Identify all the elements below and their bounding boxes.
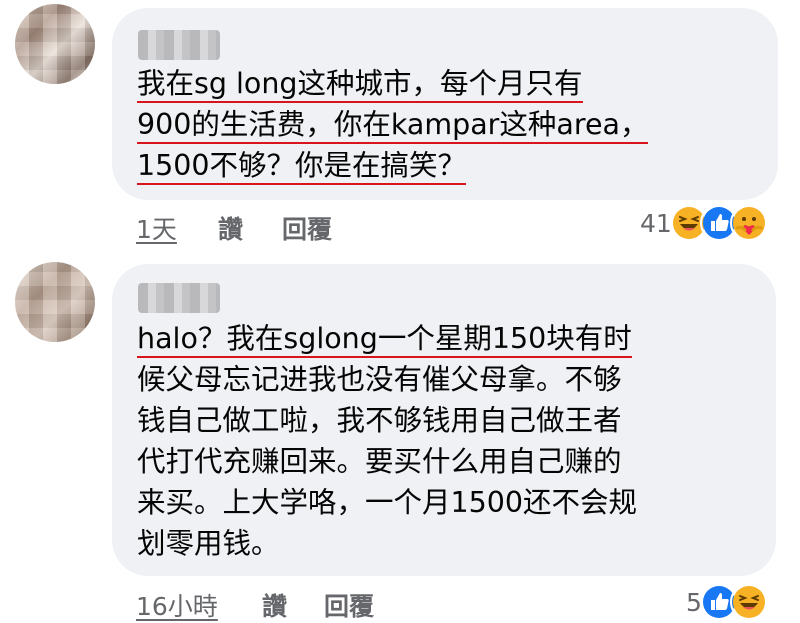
reaction-summary[interactable]: 5 [686,583,768,621]
comment-line: 来买。上大学咯，一个月1500还不会规 [137,486,638,519]
comment-text: 我在sg long这种城市，每个月只有 900的生活费，你在kampar这种ar… [137,63,757,186]
commenter-name-blurred[interactable] [138,283,220,313]
comment-thread: 我在sg long这种城市，每个月只有 900的生活费，你在kampar这种ar… [0,0,800,623]
haha-icon [729,583,768,621]
like-button[interactable]: 讚 [262,587,287,623]
comment-text: halo？我在sglong一个星期150块有时 候父母忘记进我也没有催父母拿。不… [137,318,757,564]
care-icon [729,204,768,242]
comment-line: halo？我在sglong一个星期150块有时 [137,318,757,359]
comment-line: 候父母忘记进我也没有催父母拿。不够 [137,363,622,396]
comment-line: 我在sg long这种城市，每个月只有 [137,63,757,104]
timestamp-link[interactable]: 16小時 [136,587,218,623]
comment-line: 900的生活费，你在kampar这种area， [137,104,757,145]
comment-line: 钱自己做工啦，我不够钱用自己做王者 [137,404,622,437]
comment-line: 1500不够？你是在搞笑？ [137,145,757,186]
timestamp-link[interactable]: 1天 [136,210,177,246]
reply-button[interactable]: 回覆 [282,210,332,246]
comment-line: 划零用钱。 [137,527,280,560]
comment-line: 代打代充赚回来。要买什么用自己赚的 [137,445,622,478]
like-button[interactable]: 讚 [218,210,243,246]
reaction-count: 41 [640,208,672,238]
commenter-name-blurred[interactable] [138,30,220,60]
reaction-summary[interactable]: 41 [640,204,768,242]
avatar[interactable] [15,262,95,342]
avatar[interactable] [15,4,95,84]
reply-button[interactable]: 回覆 [324,587,374,623]
